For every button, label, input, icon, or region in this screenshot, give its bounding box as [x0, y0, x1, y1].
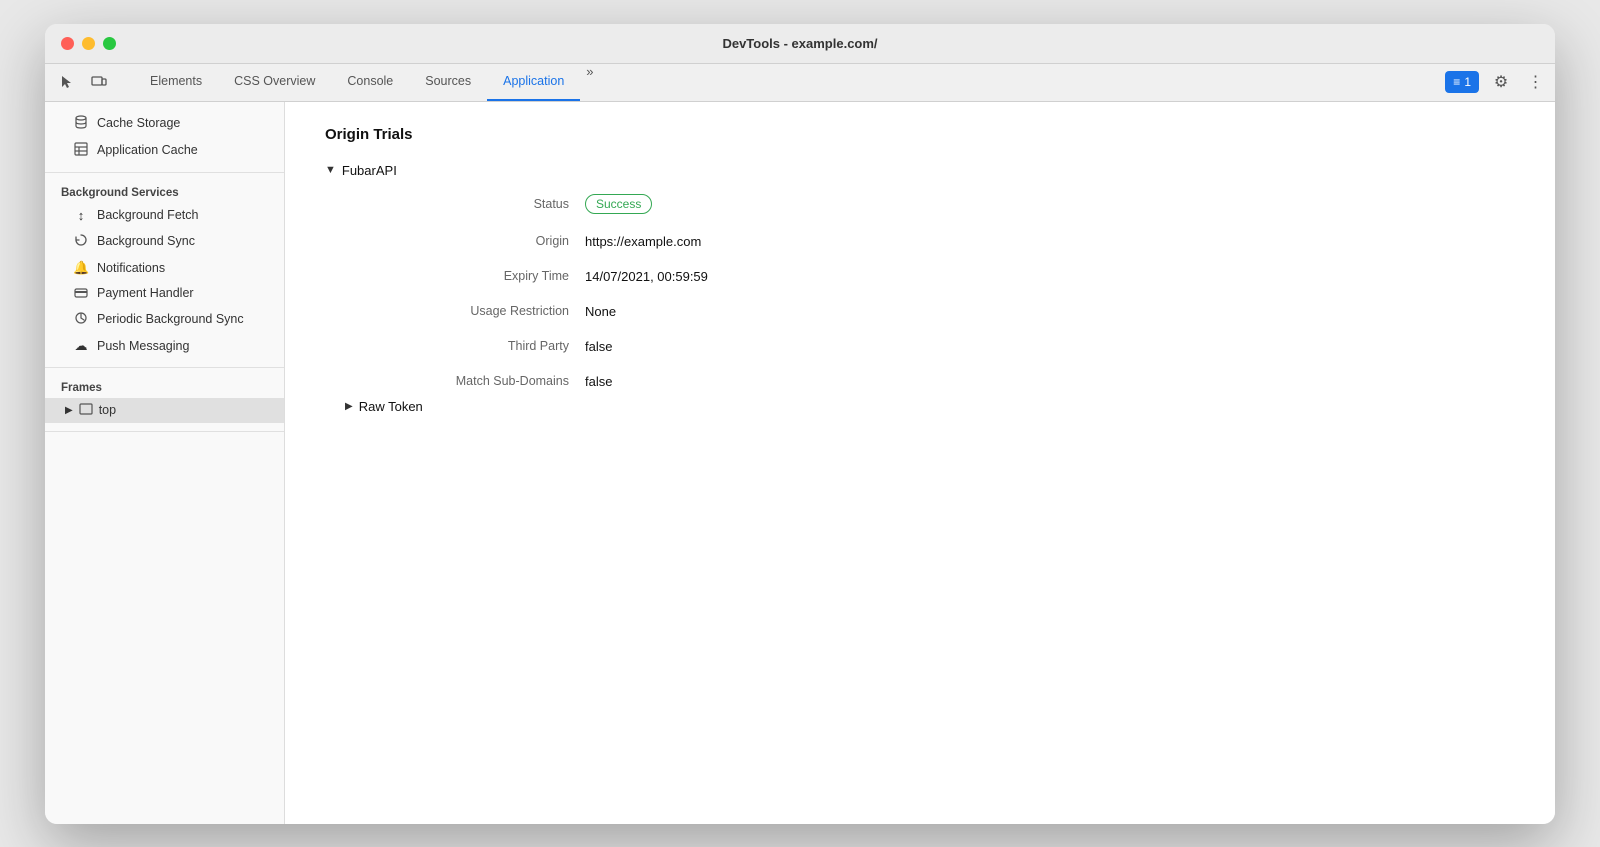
api-header: ▼ FubarAPI	[325, 163, 1515, 178]
device-toggle-icon[interactable]	[85, 68, 113, 96]
storage-section: Cache Storage Application Cache	[45, 102, 284, 173]
main-content: Origin Trials ▼ FubarAPI Status Success …	[285, 102, 1555, 824]
window-title: DevTools - example.com/	[722, 36, 877, 51]
background-sync-label: Background Sync	[97, 234, 195, 248]
sidebar: Cache Storage Application Cache	[45, 102, 285, 824]
background-fetch-label: Background Fetch	[97, 208, 198, 222]
settings-button[interactable]: ⚙	[1487, 68, 1515, 96]
cursor-icon[interactable]	[53, 68, 81, 96]
maximize-button[interactable]	[103, 37, 116, 50]
background-sync-icon	[73, 233, 89, 250]
cache-storage-icon	[73, 115, 89, 132]
tab-application[interactable]: Application	[487, 64, 580, 101]
issues-icon: ≡	[1453, 75, 1460, 89]
tab-elements[interactable]: Elements	[134, 64, 218, 101]
status-value: Success	[585, 194, 1515, 214]
frame-arrow-icon: ▶	[65, 405, 73, 416]
expiry-time-value: 14/07/2021, 00:59:59	[585, 269, 1515, 284]
background-services-header: Background Services	[45, 181, 284, 203]
sidebar-item-application-cache[interactable]: Application Cache	[45, 137, 284, 164]
more-options-button[interactable]: ⋮	[1523, 68, 1547, 96]
payment-handler-label: Payment Handler	[97, 286, 194, 300]
sidebar-item-payment-handler[interactable]: Payment Handler	[45, 281, 284, 306]
page-title: Origin Trials	[325, 126, 1515, 143]
periodic-background-sync-label: Periodic Background Sync	[97, 312, 244, 326]
titlebar: DevTools - example.com/	[45, 24, 1555, 64]
frames-section: Frames ▶ top	[45, 368, 284, 432]
third-party-value: false	[585, 339, 1515, 354]
notifications-icon: 🔔	[73, 260, 89, 276]
close-button[interactable]	[61, 37, 74, 50]
sidebar-item-background-sync[interactable]: Background Sync	[45, 228, 284, 255]
traffic-lights	[61, 37, 116, 50]
third-party-label: Third Party	[345, 339, 585, 354]
background-services-section: Background Services ↕ Background Fetch B…	[45, 173, 284, 368]
issues-badge-button[interactable]: ≡ 1	[1445, 71, 1479, 93]
devtools-window: DevTools - example.com/ Elements CSS Ove…	[45, 24, 1555, 824]
tab-console[interactable]: Console	[331, 64, 409, 101]
sidebar-item-top-frame[interactable]: ▶ top	[45, 398, 284, 423]
tabbar-left-icons	[53, 64, 126, 101]
tabs: Elements CSS Overview Console Sources Ap…	[134, 64, 580, 101]
match-sub-domains-value: false	[585, 374, 1515, 389]
frames-header: Frames	[45, 376, 284, 398]
more-tabs-button[interactable]: »	[580, 64, 599, 101]
match-sub-domains-label: Match Sub-Domains	[345, 374, 585, 389]
api-name-label: FubarAPI	[342, 163, 397, 178]
tab-sources[interactable]: Sources	[409, 64, 487, 101]
minimize-button[interactable]	[82, 37, 95, 50]
raw-token-row: ▶ Raw Token	[325, 399, 1515, 414]
payment-handler-icon	[73, 286, 89, 301]
usage-restriction-label: Usage Restriction	[345, 304, 585, 319]
sidebar-item-periodic-background-sync[interactable]: Periodic Background Sync	[45, 306, 284, 333]
tabbar-right: ≡ 1 ⚙ ⋮	[1445, 64, 1547, 101]
main-layout: Cache Storage Application Cache	[45, 102, 1555, 824]
origin-value: https://example.com	[585, 234, 1515, 249]
issues-count: 1	[1464, 75, 1471, 89]
periodic-background-sync-icon	[73, 311, 89, 328]
api-expand-icon[interactable]: ▼	[325, 164, 336, 176]
status-label: Status	[345, 194, 585, 214]
tab-css-overview[interactable]: CSS Overview	[218, 64, 331, 101]
raw-token-header: ▶ Raw Token	[345, 399, 1515, 414]
push-messaging-icon: ☁	[73, 338, 89, 354]
raw-token-expand-icon[interactable]: ▶	[345, 401, 353, 412]
application-cache-label: Application Cache	[97, 143, 198, 157]
cache-storage-label: Cache Storage	[97, 116, 180, 130]
origin-label: Origin	[345, 234, 585, 249]
tabbar: Elements CSS Overview Console Sources Ap…	[45, 64, 1555, 102]
sidebar-item-background-fetch[interactable]: ↕ Background Fetch	[45, 203, 284, 228]
sidebar-item-notifications[interactable]: 🔔 Notifications	[45, 255, 284, 281]
api-section-fubarapi: ▼ FubarAPI Status Success Origin https:/…	[325, 163, 1515, 414]
expiry-time-label: Expiry Time	[345, 269, 585, 284]
usage-restriction-value: None	[585, 304, 1515, 319]
raw-token-label: Raw Token	[359, 399, 423, 414]
top-frame-label: top	[99, 403, 116, 417]
background-fetch-icon: ↕	[73, 208, 89, 223]
frame-icon	[79, 403, 93, 418]
sidebar-item-cache-storage[interactable]: Cache Storage	[45, 110, 284, 137]
push-messaging-label: Push Messaging	[97, 339, 189, 353]
notifications-label: Notifications	[97, 261, 165, 275]
sidebar-item-push-messaging[interactable]: ☁ Push Messaging	[45, 333, 284, 359]
data-grid: Status Success Origin https://example.co…	[325, 194, 1515, 389]
application-cache-icon	[73, 142, 89, 159]
status-badge: Success	[585, 194, 652, 214]
